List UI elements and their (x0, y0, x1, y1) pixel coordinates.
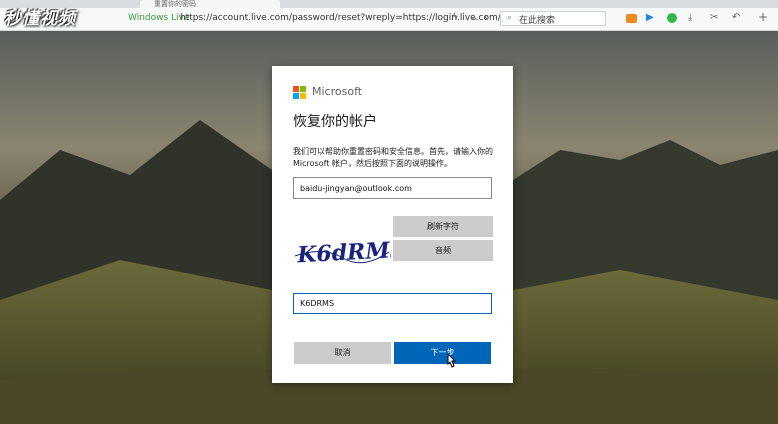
page-title: 恢复你的帐户 (293, 114, 377, 130)
captcha-input[interactable] (293, 293, 492, 314)
cancel-button[interactable]: 取消 (294, 342, 391, 364)
browser-toolbar: ‹ Windows Live https://account.live.com/… (0, 8, 778, 31)
video-icon[interactable] (626, 14, 637, 23)
download-icon[interactable]: ⤓ (688, 12, 692, 23)
refresh-captcha-button[interactable]: 刷新字符 (393, 216, 493, 237)
recover-account-dialog: Microsoft 恢复你的帐户 我们可以帮助你重置密码和安全信息。首先，请输入… (272, 66, 513, 383)
search-placeholder: 在此搜索 (519, 16, 556, 26)
add-icon[interactable]: + (758, 10, 768, 24)
audio-captcha-button[interactable]: 音频 (393, 240, 493, 261)
captcha-image: K6dRMS (293, 216, 406, 280)
email-field[interactable] (293, 177, 492, 199)
brand-name: Microsoft (312, 85, 363, 98)
instructions-text: 我们可以帮助你重置密码和安全信息。首先，请输入你的 Microsoft 帐户，然… (293, 147, 493, 168)
browser-tab[interactable]: 重置你的密码 (140, 0, 280, 8)
next-button[interactable]: 下一步 (394, 342, 491, 364)
play-icon[interactable]: ▶ (646, 12, 654, 23)
mouse-pointer-icon (447, 353, 457, 368)
chat-icon[interactable] (667, 13, 677, 23)
chevron-down-icon[interactable]: ⌄ (470, 12, 478, 23)
scissors-icon[interactable]: ✂ (710, 12, 718, 23)
back-icon[interactable]: ‹ (484, 12, 488, 23)
microsoft-logo-icon (293, 86, 307, 100)
search-input[interactable]: ⌕ 在此搜索 (500, 11, 606, 26)
search-icon: ⌕ (507, 13, 513, 23)
undo-icon[interactable]: ↶ (732, 12, 740, 23)
browser-tab-strip: 重置你的密码 (0, 0, 778, 8)
lightning-icon[interactable]: ϟ (452, 12, 459, 23)
watermark-logo: 秒懂视频 (4, 9, 76, 29)
captcha-text: K6dRMS (296, 237, 391, 269)
